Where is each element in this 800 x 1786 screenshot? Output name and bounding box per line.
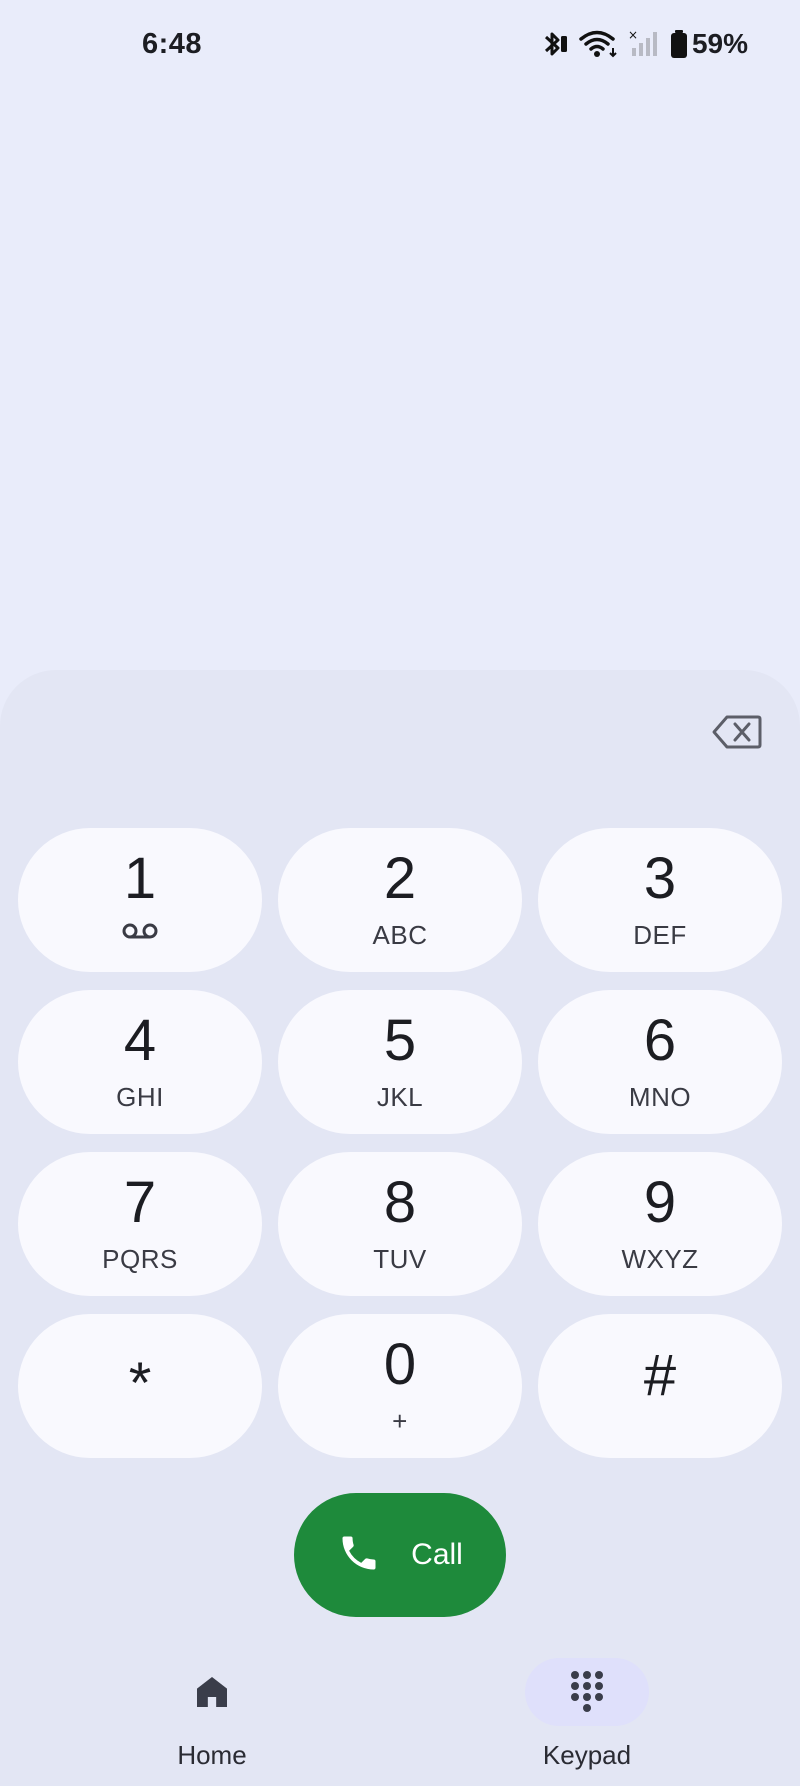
key-digit: #: [643, 1343, 677, 1408]
key-2[interactable]: 2 ABC: [278, 828, 522, 972]
nav-icon-container-selected: [525, 1658, 649, 1726]
key-letters: ABC: [372, 920, 428, 950]
key-letters: PQRS: [102, 1244, 178, 1274]
key-8[interactable]: 8 TUV: [278, 1152, 522, 1296]
key-6[interactable]: 6 MNO: [538, 990, 782, 1134]
key-digit: 8: [383, 1170, 417, 1235]
cell-signal-icon: ×: [626, 28, 662, 60]
status-icons: × 59%: [540, 26, 748, 62]
home-icon: [197, 1677, 227, 1707]
key-digit: 6: [643, 1008, 677, 1073]
key-9[interactable]: 9 WXYZ: [538, 1152, 782, 1296]
key-letters: TUV: [373, 1244, 427, 1274]
backspace-icon: [712, 715, 762, 749]
status-bar: 6:48 × 59%: [0, 0, 800, 90]
backspace-button[interactable]: [710, 712, 764, 752]
battery-percent: 59%: [691, 28, 748, 59]
key-5[interactable]: 5 JKL: [278, 990, 522, 1134]
bluetooth-icon: [540, 28, 570, 60]
voicemail-icon: [121, 922, 159, 945]
key-0[interactable]: 0 +: [278, 1314, 522, 1458]
nav-icon-container: [150, 1658, 274, 1726]
key-digit: 7: [123, 1170, 157, 1235]
key-letters: GHI: [116, 1082, 164, 1112]
status-time: 6:48: [142, 28, 203, 60]
nav-item-keypad[interactable]: Keypad: [487, 1648, 687, 1786]
key-star[interactable]: *: [18, 1314, 262, 1458]
key-digit: 5: [383, 1008, 417, 1073]
key-letters: JKL: [376, 1082, 424, 1112]
phone-icon: [337, 1531, 381, 1580]
key-digit: 1: [123, 846, 157, 911]
key-digit: 2: [383, 846, 417, 911]
key-7[interactable]: 7 PQRS: [18, 1152, 262, 1296]
key-digit: 3: [643, 846, 677, 911]
key-digit: 9: [643, 1170, 677, 1235]
nav-item-home[interactable]: Home: [112, 1648, 312, 1786]
nav-label-keypad: Keypad: [542, 1740, 632, 1770]
key-letters: DEF: [633, 920, 687, 950]
key-digit: 4: [123, 1008, 157, 1073]
key-letters: WXYZ: [621, 1244, 699, 1274]
key-digit: 0: [383, 1332, 417, 1397]
key-hash[interactable]: #: [538, 1314, 782, 1458]
key-3[interactable]: 3 DEF: [538, 828, 782, 972]
call-label: Call: [411, 1538, 463, 1571]
wifi-icon: [578, 28, 620, 60]
key-letters: +: [392, 1406, 408, 1436]
key-digit: *: [128, 1351, 152, 1416]
nav-label-home: Home: [177, 1740, 247, 1770]
key-1[interactable]: 1: [18, 828, 262, 972]
call-button[interactable]: Call: [294, 1493, 506, 1617]
svg-text:×: ×: [628, 28, 638, 42]
key-letters: MNO: [628, 1082, 692, 1112]
bottom-navigation: Home Keypad: [0, 1648, 800, 1786]
battery-icon: [670, 29, 688, 59]
key-4[interactable]: 4 GHI: [18, 990, 262, 1134]
dialpad-icon: [571, 1671, 603, 1712]
phone-dialer-screen: 6:48 × 59% 1 2 ABC 3 DEF 4 GHI 5 JKL 6 M…: [0, 0, 800, 1786]
